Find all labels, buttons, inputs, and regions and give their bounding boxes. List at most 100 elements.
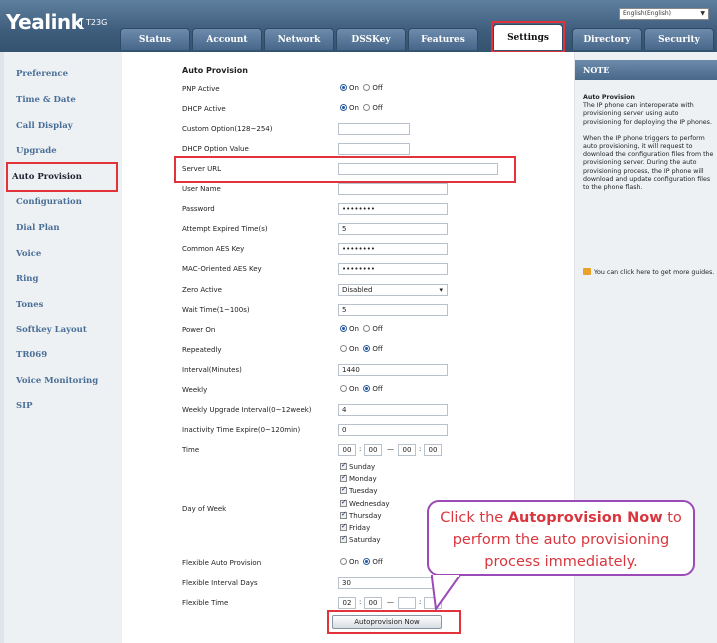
- nav-item-sip[interactable]: SIP: [16, 401, 33, 411]
- day-checkbox-friday[interactable]: Friday: [340, 522, 390, 536]
- model-label: T23G: [81, 18, 107, 27]
- flexible-end-hour[interactable]: [398, 597, 416, 609]
- attempt-expired-input[interactable]: 5: [338, 223, 448, 235]
- tab-directory[interactable]: Directory: [572, 28, 642, 50]
- password-input[interactable]: ••••••••: [338, 203, 448, 215]
- note-text-1: The IP phone can interoperate with provi…: [583, 102, 712, 126]
- tab-account[interactable]: Account: [192, 28, 262, 50]
- time-end-minute[interactable]: 00: [424, 444, 442, 456]
- common-aes-label: Common AES Key: [182, 245, 245, 253]
- dhcp-on-radio[interactable]: [340, 104, 347, 111]
- nav-item-preference[interactable]: Preference: [16, 69, 68, 79]
- day-of-week-label: Day of Week: [182, 505, 227, 513]
- weekly-on-radio[interactable]: [340, 385, 347, 392]
- user-name-input[interactable]: [338, 183, 448, 195]
- nav-item-voice-monitoring[interactable]: Voice Monitoring: [16, 376, 98, 386]
- day-checkbox-wednesday[interactable]: Wednesday: [340, 498, 390, 512]
- tab-features[interactable]: Features: [408, 28, 478, 50]
- zero-active-select[interactable]: Disabled ▾: [338, 284, 448, 296]
- time-end-hour[interactable]: 00: [398, 444, 416, 456]
- nav-item-call-display[interactable]: Call Display: [16, 121, 73, 131]
- time-start-hour[interactable]: 00: [338, 444, 356, 456]
- chevron-down-icon: ▾: [439, 286, 443, 294]
- flexible-days-label: Flexible Interval Days: [182, 579, 258, 587]
- nav-item-softkey-layout[interactable]: Softkey Layout: [16, 325, 87, 335]
- repeatedly-on-radio[interactable]: [340, 345, 347, 352]
- time-start-minute[interactable]: 00: [364, 444, 382, 456]
- tab-network[interactable]: Network: [264, 28, 334, 50]
- day-checkbox-saturday[interactable]: Saturday: [340, 534, 390, 548]
- dhcp-off-radio[interactable]: [363, 104, 371, 111]
- note-body: Auto Provision The IP phone can interope…: [583, 94, 717, 192]
- nav-item-ring[interactable]: Ring: [16, 274, 38, 284]
- section-title: Auto Provision: [182, 66, 248, 75]
- day-checkbox-monday[interactable]: Monday: [340, 473, 390, 487]
- flexible-off-radio[interactable]: [363, 558, 371, 565]
- weekly-upgrade-input[interactable]: 4: [338, 404, 448, 416]
- flexible-on-radio[interactable]: [340, 558, 347, 565]
- repeatedly-off-radio[interactable]: [363, 345, 371, 352]
- weekly-upgrade-label: Weekly Upgrade Interval(0~12week): [182, 406, 312, 414]
- attempt-expired-label: Attempt Expired Time(s): [182, 225, 268, 233]
- nav-item-auto-provision[interactable]: Auto Provision: [12, 172, 82, 182]
- note-tip-text: You can click here to get more guides.: [594, 269, 715, 276]
- nav-item-upgrade[interactable]: Upgrade: [16, 146, 57, 156]
- dhcp-option-value-input[interactable]: [338, 143, 410, 155]
- note-text-2: When the IP phone triggers to perform au…: [583, 134, 714, 192]
- password-label: Password: [182, 205, 215, 213]
- zero-active-label: Zero Active: [182, 286, 222, 294]
- power-on-off-radio[interactable]: [363, 325, 371, 332]
- flexible-start-minute[interactable]: 00: [364, 597, 382, 609]
- common-aes-input[interactable]: ••••••••: [338, 243, 448, 255]
- tab-status[interactable]: Status: [120, 28, 190, 50]
- flexible-auto-radios: On Off: [340, 558, 383, 566]
- autoprovision-now-button[interactable]: Autoprovision Now: [332, 615, 442, 629]
- flexible-auto-label: Flexible Auto Provision: [182, 559, 262, 567]
- nav-item-dial-plan[interactable]: Dial Plan: [16, 223, 60, 233]
- custom-option-input[interactable]: [338, 123, 410, 135]
- time-colon: :: [419, 445, 422, 453]
- pnp-on-radio[interactable]: [340, 84, 347, 91]
- wait-time-input[interactable]: 5: [338, 304, 448, 316]
- user-name-label: User Name: [182, 185, 221, 193]
- server-url-input[interactable]: [338, 163, 498, 175]
- flexible-time-label: Flexible Time: [182, 599, 229, 607]
- pnp-off-radio[interactable]: [363, 84, 371, 91]
- time-label: Time: [182, 446, 200, 454]
- mac-aes-input[interactable]: ••••••••: [338, 263, 448, 275]
- flexible-start-hour[interactable]: 02: [338, 597, 356, 609]
- tab-security[interactable]: Security: [644, 28, 714, 50]
- tab-dsskey[interactable]: DSSKey: [336, 28, 406, 50]
- flexible-colon: :: [359, 598, 362, 606]
- note-tip-link[interactable]: You can click here to get more guides.: [583, 268, 717, 277]
- wait-time-label: Wait Time(1~100s): [182, 306, 250, 314]
- pnp-active-label: PNP Active: [182, 85, 220, 93]
- zero-active-value: Disabled: [342, 286, 373, 294]
- flexible-colon: :: [419, 598, 422, 606]
- server-url-label: Server URL: [182, 165, 222, 173]
- nav-item-tones[interactable]: Tones: [16, 300, 43, 310]
- note-title: Auto Provision: [583, 94, 635, 101]
- dhcp-active-label: DHCP Active: [182, 105, 226, 113]
- tab-settings[interactable]: Settings: [493, 24, 563, 50]
- dhcp-active-radios: On Off: [340, 104, 383, 112]
- nav-item-time-date[interactable]: Time & Date: [16, 95, 76, 105]
- power-on-on-radio[interactable]: [340, 325, 347, 332]
- language-select[interactable]: English(English) ▼: [619, 8, 709, 20]
- nav-item-tr069[interactable]: TR069: [16, 350, 47, 360]
- weekly-off-radio[interactable]: [363, 385, 371, 392]
- pnp-active-radios: On Off: [340, 84, 383, 92]
- inactivity-input[interactable]: 0: [338, 424, 448, 436]
- inactivity-label: Inactivity Time Expire(0~120min): [182, 426, 301, 434]
- nav-item-voice[interactable]: Voice: [16, 249, 41, 259]
- custom-option-label: Custom Option(128~254): [182, 125, 273, 133]
- day-checkbox-sunday[interactable]: Sunday: [340, 461, 390, 475]
- day-checkbox-tuesday[interactable]: Tuesday: [340, 485, 390, 499]
- day-checkbox-thursday[interactable]: Thursday: [340, 510, 390, 524]
- dhcp-option-value-label: DHCP Option Value: [182, 145, 249, 153]
- flexible-dash: —: [387, 598, 394, 606]
- nav-item-configuration[interactable]: Configuration: [16, 197, 82, 207]
- chevron-down-icon: ▼: [700, 10, 705, 17]
- power-on-label: Power On: [182, 326, 216, 334]
- interval-input[interactable]: 1440: [338, 364, 448, 376]
